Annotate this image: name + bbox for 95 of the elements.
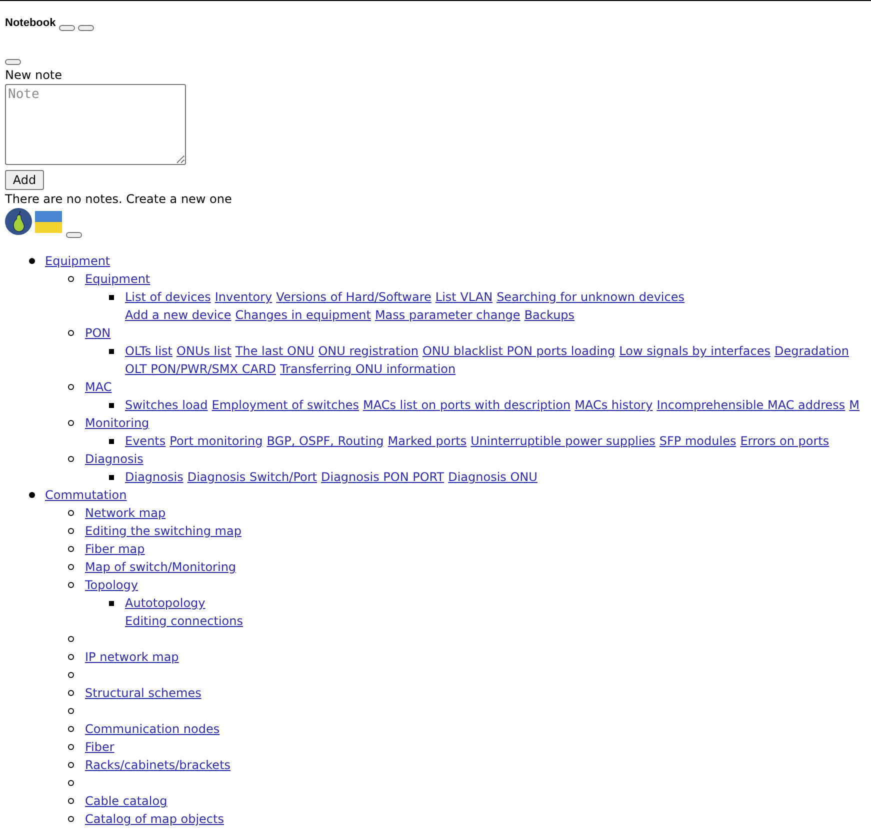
circle-bullet-icon [68, 330, 74, 336]
page-link[interactable]: Low signals by interfaces [619, 342, 770, 360]
circle-bullet-icon [68, 726, 74, 732]
blank-button[interactable] [58, 25, 75, 31]
blank-button[interactable] [78, 25, 94, 31]
circle-bullet-icon [68, 690, 74, 696]
add-button[interactable]: Add [5, 170, 44, 190]
subsection-link[interactable]: Racks/cabinets/brackets [85, 758, 231, 772]
page-link[interactable]: Diagnosis Switch/Port [187, 468, 317, 486]
circle-bullet-icon [68, 582, 74, 588]
page-link[interactable]: The last ONU [235, 342, 314, 360]
page-link[interactable]: M [849, 396, 860, 414]
circle-bullet-icon [68, 276, 74, 282]
circle-bullet-icon [68, 528, 74, 534]
square-bullet-icon [109, 402, 114, 408]
page-link[interactable]: Inventory [214, 288, 272, 306]
subsection-link[interactable]: Catalog of map objects [85, 812, 224, 826]
page-link[interactable]: ONU registration [318, 342, 418, 360]
square-bullet-icon [109, 294, 114, 300]
page-link[interactable]: Add a new device [125, 306, 232, 324]
subsection-link[interactable]: Topology [85, 578, 138, 592]
subsection-link[interactable]: Equipment [85, 272, 150, 286]
page-link[interactable]: Employment of switches [212, 396, 359, 414]
page-link[interactable]: Uninterruptible power supplies [470, 432, 656, 450]
pear-icon[interactable] [5, 208, 32, 235]
square-bullet-icon [109, 438, 114, 444]
bullet-icon [29, 492, 35, 498]
circle-bullet-icon [68, 510, 74, 516]
subsection-link[interactable]: Editing the switching map [85, 524, 242, 538]
page-link[interactable]: Changes in equipment [235, 306, 371, 324]
page-link[interactable]: Versions of Hard/Software [276, 288, 432, 306]
page-link[interactable]: ONU blacklist PON ports loading [422, 342, 616, 360]
page-link[interactable]: List of devices [125, 288, 211, 306]
section-link[interactable]: Equipment [45, 254, 110, 268]
bullet-icon [29, 258, 35, 264]
page-link[interactable]: List VLAN [435, 288, 493, 306]
circle-bullet-icon [68, 654, 74, 660]
square-bullet-icon [109, 474, 114, 480]
circle-bullet-icon [68, 636, 74, 642]
subsection-link[interactable]: Structural schemes [85, 686, 202, 700]
page-link[interactable]: Diagnosis [125, 468, 184, 486]
circle-bullet-icon [68, 780, 74, 786]
page-link[interactable]: OLTs list [125, 342, 173, 360]
page-link[interactable]: Errors on ports [740, 432, 830, 450]
circle-bullet-icon [68, 816, 74, 822]
circle-bullet-icon [68, 456, 74, 462]
page-link[interactable]: Incomprehensible MAC address [656, 396, 846, 414]
page-link[interactable]: SFP modules [659, 432, 736, 450]
page-link[interactable]: BGP, OSPF, Routing [266, 432, 384, 450]
circle-bullet-icon [68, 744, 74, 750]
subsection-link[interactable]: Cable catalog [85, 794, 168, 808]
subsection-link[interactable]: Network map [85, 506, 166, 520]
page-link[interactable]: Autotopology [125, 594, 206, 612]
circle-bullet-icon [68, 798, 74, 804]
subsection-link[interactable]: Diagnosis [85, 452, 144, 466]
subsection-link[interactable]: IP network map [85, 650, 179, 664]
circle-bullet-icon [68, 762, 74, 768]
page-link[interactable]: Mass parameter change [374, 306, 520, 324]
subsection-link[interactable]: MAC [85, 380, 112, 394]
page-link[interactable]: Events [125, 432, 166, 450]
circle-bullet-icon [68, 564, 74, 570]
empty-notes-message: There are no notes. Create a new one [5, 191, 232, 208]
page-link[interactable]: MACs history [574, 396, 653, 414]
page-link[interactable]: Transferring ONU information [280, 360, 456, 378]
page-link[interactable]: Switches load [125, 396, 208, 414]
page-link[interactable]: Editing connections [125, 612, 243, 630]
page-link[interactable]: Diagnosis PON PORT [321, 468, 444, 486]
note-field[interactable]: Note [5, 84, 186, 165]
circle-bullet-icon [68, 546, 74, 552]
page-link[interactable]: Searching for unknown devices [496, 288, 684, 306]
page-link[interactable]: Marked ports [388, 432, 467, 450]
page-link[interactable]: Diagnosis ONU [448, 468, 538, 486]
circle-bullet-icon [68, 420, 74, 426]
circle-bullet-icon [68, 708, 74, 714]
field-label: New note [5, 67, 62, 84]
subsection-link[interactable]: Monitoring [85, 416, 150, 430]
circle-bullet-icon [68, 384, 74, 390]
page-link[interactable]: ONUs list [176, 342, 232, 360]
page-link[interactable]: Port monitoring [170, 432, 263, 450]
section-link[interactable]: Commutation [45, 488, 127, 502]
square-bullet-icon [109, 600, 114, 606]
page-link[interactable]: Degradation [774, 342, 849, 360]
page-link[interactable]: Backups [524, 306, 575, 324]
subsection-link[interactable]: Fiber map [85, 542, 145, 556]
page-link[interactable]: MACs list on ports with description [362, 396, 571, 414]
blank-button[interactable] [5, 59, 21, 65]
notebook-title: Notebook [5, 17, 56, 30]
circle-bullet-icon [68, 672, 74, 678]
subsection-link[interactable]: Map of switch/Monitoring [85, 560, 236, 574]
page-link[interactable]: OLT PON/PWR/SMX CARD [125, 360, 276, 378]
subsection-link[interactable]: Communication nodes [85, 722, 220, 736]
square-bullet-icon [109, 348, 114, 354]
subsection-link[interactable]: Fiber [85, 740, 114, 754]
subsection-link[interactable]: PON [85, 326, 111, 340]
blank-button[interactable] [66, 232, 82, 238]
